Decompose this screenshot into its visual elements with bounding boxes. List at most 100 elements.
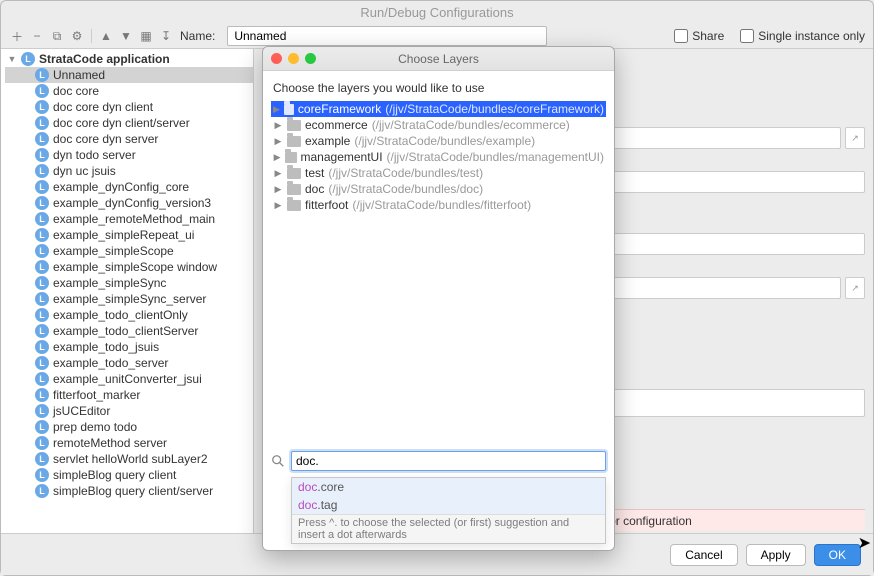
suggestion-match: doc <box>298 498 317 512</box>
tree-item[interactable]: Lexample_todo_jsuis <box>5 339 253 355</box>
layer-icon: L <box>35 196 49 210</box>
cancel-button[interactable]: Cancel <box>670 544 737 566</box>
tree-item[interactable]: LremoteMethod server <box>5 435 253 451</box>
tree-item-label: doc core dyn client <box>53 100 153 114</box>
tree-item[interactable]: Ldoc core <box>5 83 253 99</box>
tree-item[interactable]: Lexample_simpleScope <box>5 243 253 259</box>
tree-item[interactable]: Lexample_todo_clientOnly <box>5 307 253 323</box>
tree-item[interactable]: Lservlet helloWorld subLayer2 <box>5 451 253 467</box>
name-label: Name: <box>180 29 215 43</box>
tree-parent-stratacode[interactable]: ▼ L StrataCode application <box>5 51 253 67</box>
chevron-down-icon[interactable]: ▼ <box>7 54 17 64</box>
down-icon[interactable]: ▼ <box>118 28 134 44</box>
layer-row[interactable]: ▶ test (/jjv/StrataCode/bundles/test) <box>271 165 606 181</box>
layer-icon: L <box>35 276 49 290</box>
share-checkbox[interactable]: Share <box>674 29 724 43</box>
chevron-right-icon[interactable]: ▶ <box>273 104 280 115</box>
tree-item-label: example_todo_server <box>53 356 168 370</box>
expand-icon[interactable]: ↗ <box>845 277 865 299</box>
layer-name: ecommerce <box>305 118 368 132</box>
tree-item[interactable]: Lexample_simpleRepeat_ui <box>5 227 253 243</box>
cursor-icon: ➤ <box>858 533 871 553</box>
single-instance-checkbox[interactable]: Single instance only <box>740 29 865 43</box>
layer-path: (/jjv/StrataCode/bundles/test) <box>328 166 483 180</box>
layer-icon: L <box>35 180 49 194</box>
suggestion-match: doc <box>298 480 317 494</box>
tree-item[interactable]: Ldyn todo server <box>5 147 253 163</box>
layer-row[interactable]: ▶ doc (/jjv/StrataCode/bundles/doc) <box>271 181 606 197</box>
chevron-right-icon[interactable]: ▶ <box>273 168 283 179</box>
folder-icon <box>287 120 301 131</box>
layer-icon: L <box>35 292 49 306</box>
chevron-right-icon[interactable]: ▶ <box>273 152 281 163</box>
layer-icon: L <box>35 404 49 418</box>
layer-row[interactable]: ▶ fitterfoot (/jjv/StrataCode/bundles/fi… <box>271 197 606 213</box>
folder-icon[interactable]: ▦ <box>138 28 154 44</box>
config-tree[interactable]: ▼ L StrataCode application LUnnamedLdoc … <box>1 49 254 535</box>
tree-item-label: example_todo_clientOnly <box>53 308 188 322</box>
tree-item-label: simpleBlog query client <box>53 468 176 482</box>
tree-item[interactable]: Lexample_todo_server <box>5 355 253 371</box>
chevron-right-icon[interactable]: ▶ <box>273 200 283 211</box>
dialog-prompt: Choose the layers you would like to use <box>271 77 606 101</box>
tree-item[interactable]: Ldoc core dyn client <box>5 99 253 115</box>
tree-item[interactable]: Lprep demo todo <box>5 419 253 435</box>
tree-item-label: example_remoteMethod_main <box>53 212 215 226</box>
layer-icon: L <box>35 132 49 146</box>
suggestion-rest: .core <box>317 480 344 494</box>
folder-icon <box>287 168 301 179</box>
autocomplete-item[interactable]: doc.core <box>292 478 605 496</box>
tree-item[interactable]: Lexample_unitConverter_jsui <box>5 371 253 387</box>
tree-item[interactable]: LsimpleBlog query client <box>5 467 253 483</box>
add-icon[interactable]: ＋ <box>9 28 25 44</box>
tree-item[interactable]: L Unnamed <box>5 67 253 83</box>
up-icon[interactable]: ▲ <box>98 28 114 44</box>
tree-item[interactable]: Lexample_simpleSync <box>5 275 253 291</box>
tree-item[interactable]: Lfitterfoot_marker <box>5 387 253 403</box>
tree-item-label: example_unitConverter_jsui <box>53 372 202 386</box>
folder-icon <box>287 200 301 211</box>
tree-item-label: dyn uc jsuis <box>53 164 116 178</box>
single-instance-checkbox-box[interactable] <box>740 29 754 43</box>
tree-item[interactable]: Lexample_remoteMethod_main <box>5 211 253 227</box>
layer-search-input[interactable] <box>291 451 606 471</box>
layer-list[interactable]: ▶ coreFramework (/jjv/StrataCode/bundles… <box>271 101 606 213</box>
apply-button[interactable]: Apply <box>746 544 806 566</box>
tree-item[interactable]: Lexample_simpleScope window <box>5 259 253 275</box>
tree-item[interactable]: LjsUCEditor <box>5 403 253 419</box>
tree-item[interactable]: Lexample_dynConfig_core <box>5 179 253 195</box>
ok-button[interactable]: OK <box>814 544 861 566</box>
single-instance-label: Single instance only <box>758 29 865 43</box>
expand-icon[interactable]: ↗ <box>845 127 865 149</box>
layer-path: (/jjv/StrataCode/bundles/fitterfoot) <box>352 198 531 212</box>
layer-icon: L <box>35 68 49 82</box>
settings-icon[interactable]: ⚙ <box>69 28 85 44</box>
layer-name: doc <box>305 182 324 196</box>
tree-item[interactable]: LsimpleBlog query client/server <box>5 483 253 499</box>
tree-item[interactable]: Ldoc core dyn server <box>5 131 253 147</box>
layer-row[interactable]: ▶ example (/jjv/StrataCode/bundles/examp… <box>271 133 606 149</box>
autocomplete-item[interactable]: doc.tag <box>292 496 605 514</box>
layer-row[interactable]: ▶ ecommerce (/jjv/StrataCode/bundles/eco… <box>271 117 606 133</box>
tree-item-label: example_simpleSync <box>53 276 166 290</box>
layer-row[interactable]: ▶ coreFramework (/jjv/StrataCode/bundles… <box>271 101 606 117</box>
layer-row[interactable]: ▶ managementUI (/jjv/StrataCode/bundles/… <box>271 149 606 165</box>
tree-item[interactable]: Lexample_todo_clientServer <box>5 323 253 339</box>
chevron-right-icon[interactable]: ▶ <box>273 136 283 147</box>
share-checkbox-box[interactable] <box>674 29 688 43</box>
layer-path: (/jjv/StrataCode/bundles/doc) <box>328 182 483 196</box>
tree-item[interactable]: Lexample_simpleSync_server <box>5 291 253 307</box>
tree-item[interactable]: Ldyn uc jsuis <box>5 163 253 179</box>
tree-item-label: prep demo todo <box>53 420 137 434</box>
remove-icon[interactable]: − <box>29 28 45 44</box>
tree-item-label: example_simpleScope <box>53 244 174 258</box>
tree-item[interactable]: Lexample_dynConfig_version3 <box>5 195 253 211</box>
autocomplete-popup: doc.coredoc.tag Press ^. to choose the s… <box>291 477 606 544</box>
tree-item[interactable]: Ldoc core dyn client/server <box>5 115 253 131</box>
chevron-right-icon[interactable]: ▶ <box>273 184 283 195</box>
copy-icon[interactable]: ⧉ <box>49 28 65 44</box>
chevron-right-icon[interactable]: ▶ <box>273 120 283 131</box>
name-input[interactable] <box>227 26 547 46</box>
collapse-icon[interactable]: ↧ <box>158 28 174 44</box>
tree-item-label: Unnamed <box>53 68 105 82</box>
